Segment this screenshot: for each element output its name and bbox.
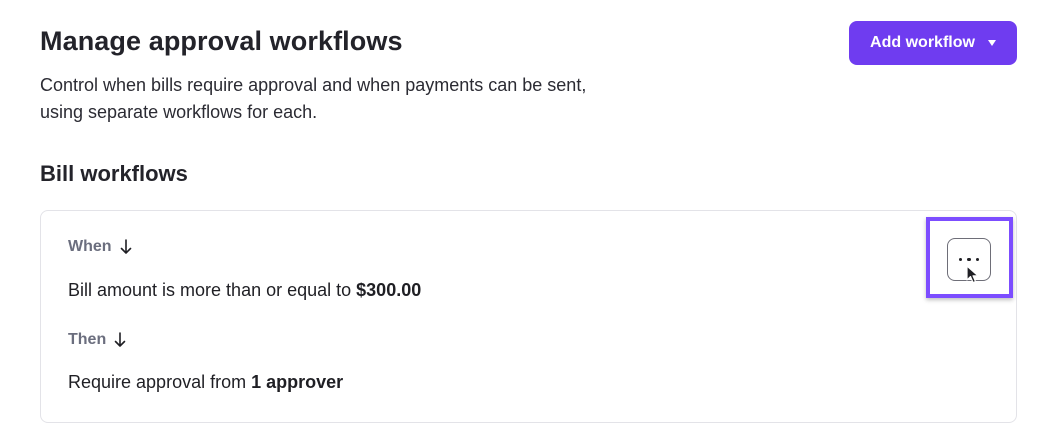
section-title: Bill workflows bbox=[40, 161, 188, 186]
then-action-value: 1 approver bbox=[251, 372, 344, 392]
chevron-down-icon bbox=[987, 40, 996, 46]
when-condition-value: $300.00 bbox=[356, 280, 422, 300]
description-line-2: using separate workflows for each. bbox=[40, 102, 318, 122]
add-workflow-button[interactable]: Add workflow bbox=[849, 21, 1017, 65]
description-line-1: Control when bills require approval and … bbox=[40, 75, 587, 95]
arrow-down-icon bbox=[114, 332, 126, 347]
page-description: Control when bills require approval and … bbox=[40, 72, 680, 126]
add-workflow-label: Add workflow bbox=[870, 34, 975, 51]
workflow-card: When Bill amount is more than or equal t… bbox=[40, 210, 1017, 423]
mouse-pointer-icon bbox=[966, 265, 979, 284]
arrow-down-icon bbox=[120, 239, 131, 254]
then-label-text: Then bbox=[68, 331, 107, 348]
when-condition: Bill amount is more than or equal to $30… bbox=[68, 280, 421, 301]
when-label: When bbox=[68, 238, 132, 256]
page-title: Manage approval workflows bbox=[40, 26, 403, 56]
then-action-text: Require approval from bbox=[68, 372, 252, 392]
then-label: Then bbox=[68, 331, 126, 349]
when-condition-text: Bill amount is more than or equal to bbox=[68, 280, 357, 300]
more-horizontal-icon bbox=[958, 257, 980, 262]
then-action: Require approval from 1 approver bbox=[68, 372, 343, 393]
when-label-text: When bbox=[68, 238, 112, 255]
